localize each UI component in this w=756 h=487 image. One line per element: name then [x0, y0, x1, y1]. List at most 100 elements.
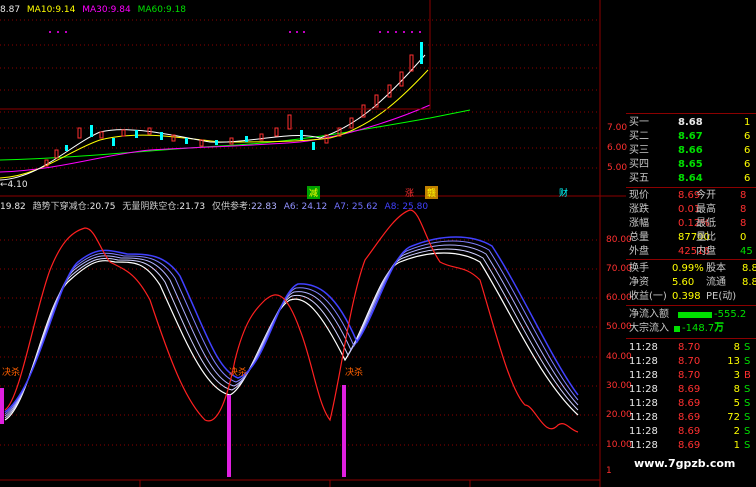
- trade-row: 11:28 8.70 3 B: [626, 369, 756, 382]
- stat-value-2: 8: [740, 204, 747, 215]
- grid-lines: [0, 19, 600, 446]
- trade-side: S: [744, 356, 751, 367]
- trade-price: 8.70: [678, 370, 701, 381]
- bid-label: 买二: [629, 131, 649, 142]
- event-marker-2[interactable]: 涨: [403, 186, 416, 199]
- indicator-a7: A7: 25.62: [334, 202, 378, 212]
- trade-price: 8.69: [678, 412, 701, 423]
- indicator-name-2: 无量阴跌空仓:: [122, 202, 180, 212]
- bid-row[interactable]: 买二 8.67 6: [626, 130, 756, 143]
- trade-row: 11:28 8.70 8 S: [626, 341, 756, 354]
- trade-side: S: [744, 440, 751, 451]
- indicator-ribbon: [4, 236, 579, 421]
- trade-side: B: [744, 370, 751, 381]
- stat-label: 涨幅: [629, 218, 649, 229]
- trade-price: 8.70: [678, 356, 701, 367]
- bid-label: 买三: [629, 145, 649, 156]
- stat2-label: 收益(一): [629, 291, 667, 302]
- trade-time: 11:28: [629, 342, 658, 353]
- bid-price: 8.68: [678, 117, 703, 128]
- stat-label-2: 量比: [696, 232, 716, 243]
- trade-price: 8.69: [678, 384, 701, 395]
- quote-separator-stats: [626, 259, 756, 260]
- ma5-line: [0, 54, 426, 181]
- low-price-value: 4.10: [7, 180, 28, 190]
- trade-volume: 8: [733, 342, 740, 353]
- stat2-value-2: 8.8: [742, 277, 756, 288]
- stat-value-2: 8: [740, 218, 747, 229]
- ma-legend: 8.87 MA10:9.14 MA30:9.84 MA60:9.18: [0, 5, 186, 15]
- price-tick-6: 6.00: [607, 143, 628, 153]
- bid-volume: 6: [744, 159, 751, 170]
- flow-label: 大宗流入: [629, 323, 669, 334]
- bid-price: 8.65: [678, 159, 703, 170]
- trade-side: S: [744, 412, 751, 423]
- quote-separator-flows: [626, 338, 756, 339]
- stat2-label: 净资: [629, 277, 649, 288]
- stat2-row: 收益(一) 0.398 PE(动): [626, 290, 756, 303]
- bid-volume: 6: [744, 131, 751, 142]
- price-tick-5: 5.00: [607, 163, 628, 173]
- bid-row[interactable]: 买一 8.68 1: [626, 116, 756, 129]
- stat-row: 涨跌 0.01 最高 8: [626, 203, 756, 216]
- ma10-value: 9.14: [55, 5, 76, 15]
- trade-time: 11:28: [629, 426, 658, 437]
- ma60-value: 9.18: [165, 5, 187, 15]
- ma5-value: 8.87: [0, 5, 21, 15]
- stat2-row: 换手 0.99% 股本 8.8: [626, 262, 756, 275]
- signal-label-2: 决杀: [229, 368, 248, 378]
- indicator-name-3: 仅供参考:: [212, 202, 252, 212]
- trade-side: S: [744, 342, 751, 353]
- trade-time: 11:28: [629, 412, 658, 423]
- trade-row: 11:28 8.69 72 S: [626, 411, 756, 424]
- event-marker-4[interactable]: 财: [557, 186, 570, 199]
- trade-price: 8.70: [678, 342, 701, 353]
- trade-row: 11:28 8.70 13 S: [626, 355, 756, 368]
- trade-volume: 13: [727, 356, 740, 367]
- ma10-line: [0, 69, 429, 179]
- stat2-row: 净资 5.60 流通 8.8: [626, 276, 756, 289]
- trade-price: 8.69: [678, 426, 701, 437]
- stat-label-2: 今开: [696, 190, 716, 201]
- trade-volume: 3: [733, 370, 740, 381]
- trade-time: 11:28: [629, 440, 658, 451]
- chart-panel[interactable]: 8.87 MA10:9.14 MA30:9.84 MA60:9.18 7.00 …: [0, 0, 632, 487]
- trade-volume: 5: [733, 398, 740, 409]
- stat-value-2: 45: [740, 246, 753, 257]
- flow-row: 净流入额 -555.2万: [626, 308, 756, 333]
- bid-price: 8.66: [678, 145, 703, 156]
- bid-label: 买一: [629, 117, 649, 128]
- stat-row: 涨幅 0.12% 最低 8: [626, 217, 756, 230]
- bid-label: 买四: [629, 159, 649, 170]
- trade-volume: 72: [727, 412, 740, 423]
- stat-label-2: 最低: [696, 218, 716, 229]
- stat-label-2: 内盘: [696, 246, 716, 257]
- flow-bar: [674, 326, 680, 332]
- event-marker-3[interactable]: 赣: [425, 186, 439, 199]
- signal-bar-3: [342, 385, 346, 477]
- indicator-a8: A8: 25.80: [384, 202, 429, 212]
- stat2-value: 5.60: [672, 277, 695, 288]
- trade-side: S: [744, 426, 751, 437]
- bid-row[interactable]: 买五 8.64 6: [626, 172, 756, 185]
- bid-volume: 1: [744, 117, 751, 128]
- stat-value-2: 8: [740, 190, 747, 201]
- bid-row[interactable]: 买三 8.66 6: [626, 144, 756, 157]
- bid-row[interactable]: 买四 8.65 6: [626, 158, 756, 171]
- stat2-label-2: 股本: [706, 263, 726, 274]
- indicator-a6: A6: 24.12: [283, 202, 328, 212]
- stat-row: 现价 8.69 今开 8: [626, 189, 756, 202]
- stat-label: 涨跌: [629, 204, 649, 215]
- trade-row: 11:28 8.69 2 S: [626, 425, 756, 438]
- ind-tick-1: 1: [606, 466, 612, 476]
- signal-label-1: 决杀: [2, 368, 21, 378]
- ma10-label: MA10:: [26, 5, 56, 15]
- indicator-value-1: 20.75: [89, 202, 116, 212]
- flow-value: -148.7万: [682, 323, 725, 334]
- flow-bar: [678, 312, 712, 318]
- trade-price: 8.69: [678, 440, 701, 451]
- indicator-header: 19.82 趋势下穿减仓:20.75 无量阴跌空仓:21.73 仅供参考:22.…: [0, 199, 428, 212]
- indicator-header-value: 19.82: [0, 202, 26, 212]
- event-marker-1[interactable]: 减: [307, 186, 321, 199]
- quote-separator-top: [626, 113, 756, 114]
